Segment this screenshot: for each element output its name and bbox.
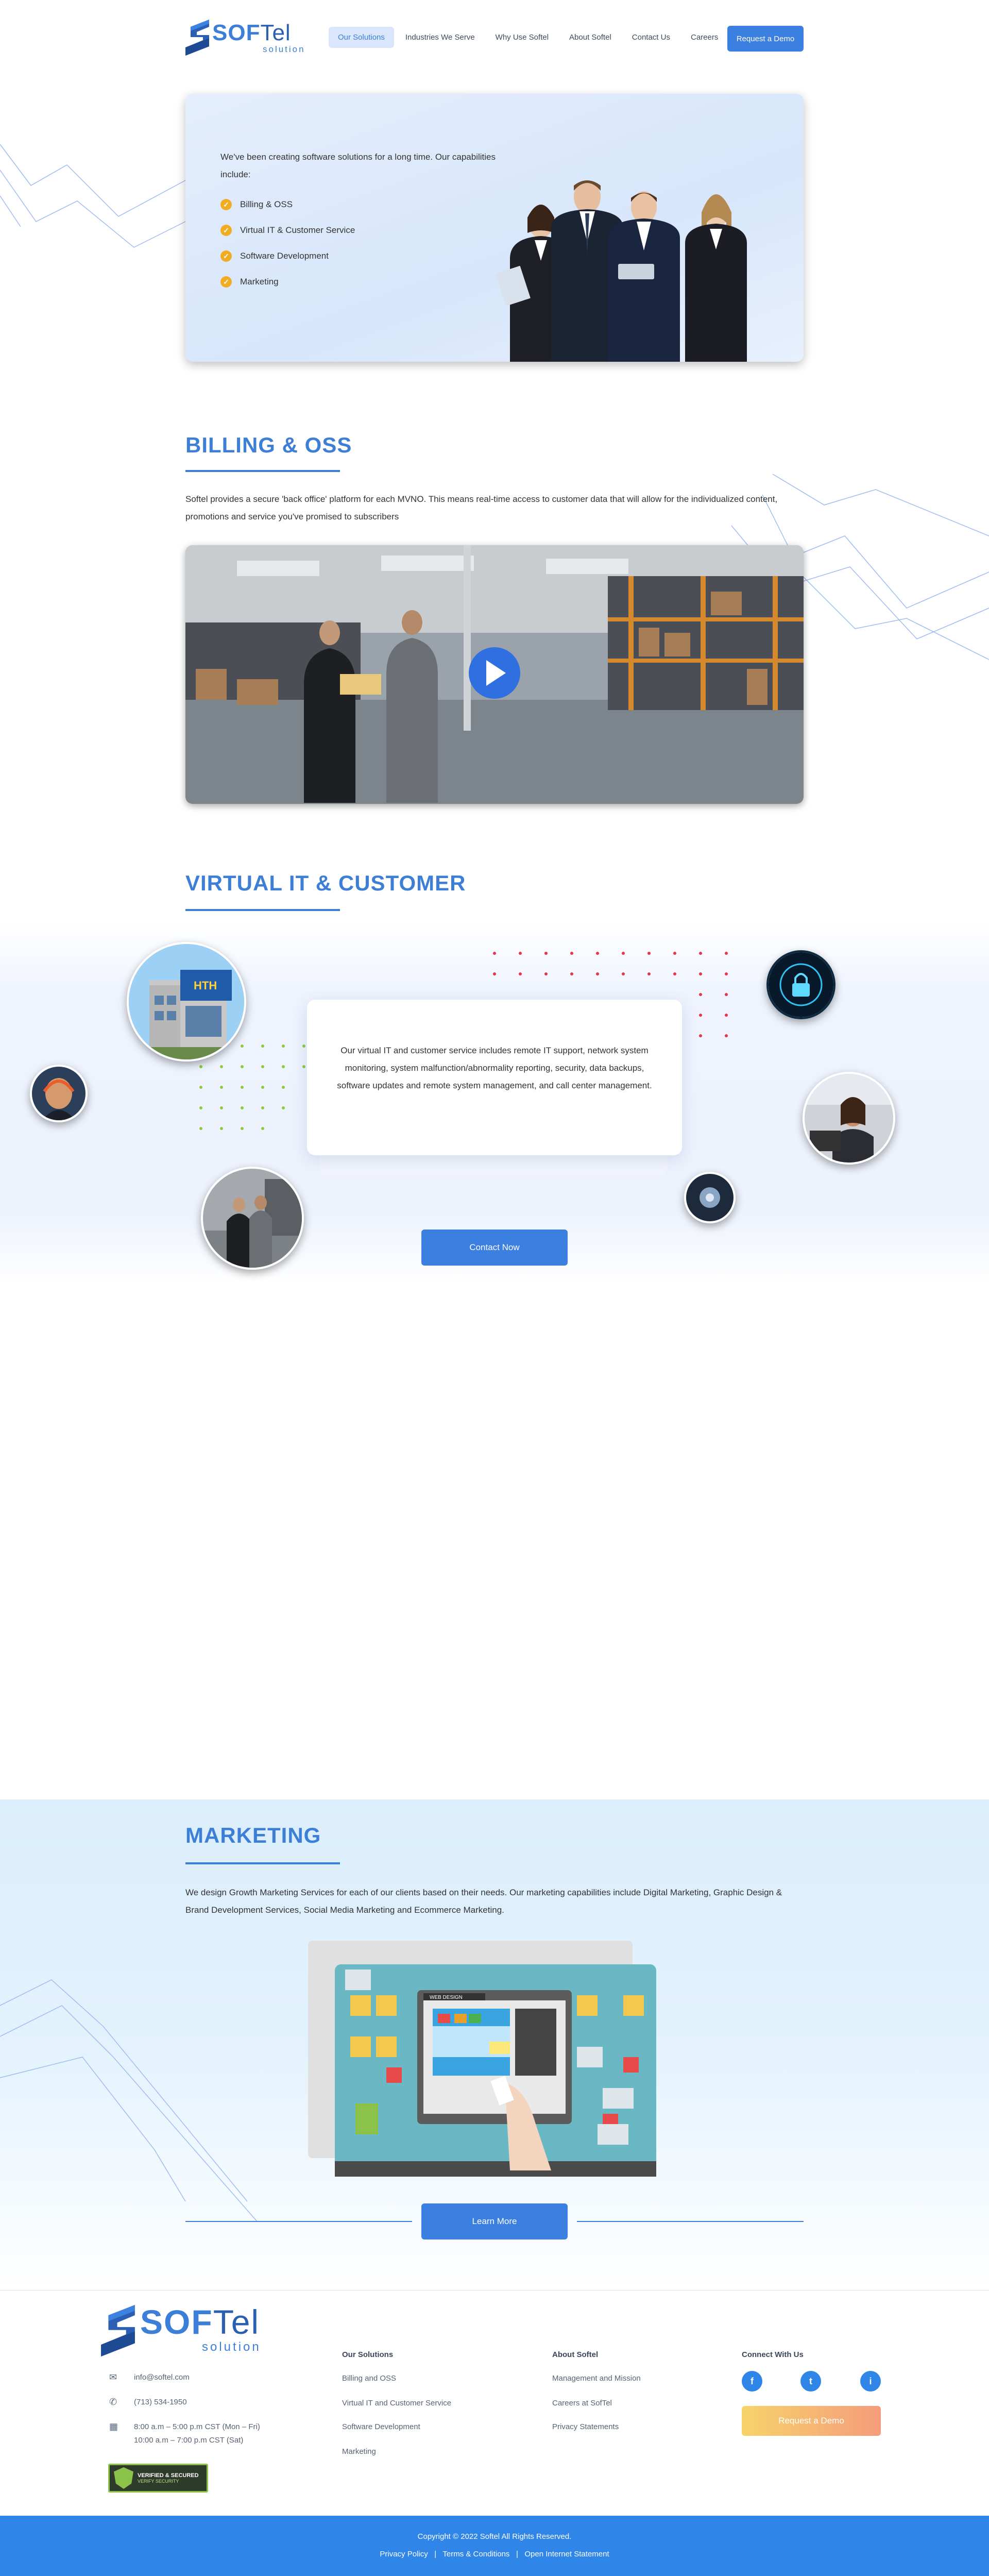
virtual-title: VIRTUAL IT & CUSTOMER [185,871,466,895]
hours-weekday: 8:00 a.m – 5:00 p.m CST (Mon – Fri) [134,2422,260,2431]
nav-why-softel[interactable]: Why Use Softel [486,27,558,48]
legal-links: Privacy Policy | Terms & Conditions | Op… [0,2550,989,2558]
terms-link[interactable]: Terms & Conditions [442,2550,509,2558]
nav-careers[interactable]: Careers [681,27,727,48]
twitter-icon[interactable]: t [800,2371,821,2392]
contact-phone[interactable]: (713) 534-1950 [134,2398,187,2406]
shield-icon [114,2467,133,2489]
screen-label: WEB DESIGN [430,1995,463,2000]
privacy-policy-link[interactable]: Privacy Policy [380,2550,428,2558]
security-badge[interactable]: VERIFIED & SECURED VERIFY SECURITY [108,2464,208,2493]
badge-line1: VERIFIED & SECURED [138,2472,199,2479]
separator: | [430,2550,441,2558]
billing-video[interactable] [185,545,804,804]
play-icon [486,660,506,686]
footer-link-marketing[interactable]: Marketing [342,2447,376,2456]
check-icon: ✓ [220,225,232,236]
footer-link-management[interactable]: Management and Mission [552,2374,641,2383]
learn-more-button[interactable]: Learn More [421,2203,568,2240]
copyright-text: Copyright © 2022 Softel All Rights Reser… [417,2532,572,2541]
logo-mark-icon [101,2305,135,2356]
capability-item: ✓ Software Development [220,243,355,269]
footer-about-title: About Softel [552,2350,599,2359]
support-woman-photo [803,1072,895,1165]
logo-tagline: solution [263,44,305,54]
footer-request-demo-button[interactable]: Request a Demo [742,2406,881,2436]
nav-about[interactable]: About Softel [560,27,621,48]
logo-text-tail: Tel [260,20,291,45]
footer-link-virtual-it[interactable]: Virtual IT and Customer Service [342,2399,451,2407]
hours-saturday: 10:00 a.m – 7:00 p.m CST (Sat) [134,2436,244,2445]
marketing-text: We design Growth Marketing Services for … [185,1888,782,1915]
email-icon: ✉ [109,2372,117,2382]
contact-now-button[interactable]: Contact Now [421,1230,568,1266]
capability-list: ✓ Billing & OSS ✓ Virtual IT & Customer Se… [220,192,355,295]
divider-right [577,2221,804,2222]
separator: | [511,2550,523,2558]
marketing-underline [185,1862,340,1864]
virtual-card: Our virtual IT and customer service incl… [307,1000,682,1155]
logo-text-tail: Tel [213,2303,260,2341]
check-icon: ✓ [220,250,232,262]
footer-link-software[interactable]: Software Development [342,2422,420,2431]
request-demo-button[interactable]: Request a Demo [727,26,804,52]
call-agent-photo [30,1065,88,1122]
billing-underline [185,470,340,472]
badge-line2: VERIFY SECURITY [138,2479,179,2484]
open-internet-link[interactable]: Open Internet Statement [524,2550,609,2558]
security-lock-photo [766,950,835,1019]
check-icon: ✓ [220,276,232,288]
capability-item: ✓ Virtual IT & Customer Service [220,217,355,243]
footer-link-privacy-statements[interactable]: Privacy Statements [552,2422,619,2431]
contact-email[interactable]: info@softel.com [134,2373,190,2382]
server-tech-photo [684,1172,736,1223]
hero-intro: We've been creating software solutions f… [220,152,496,179]
logo-mark-icon [185,20,209,56]
main-nav: Our Solutions Industries We Serve Why Us… [329,27,729,48]
billing-title: BILLING & OSS [185,433,352,457]
marketing-background-lines [0,1979,258,2222]
hero-card: We've been creating software solutions f… [185,94,804,362]
nav-industries[interactable]: Industries We Serve [396,27,484,48]
marketing-title: MARKETING [185,1823,321,1847]
copyright-bar: Copyright © 2022 Softel All Rights Reser… [0,2516,989,2576]
office-building-photo: HTH [127,942,246,1062]
business-team-image [495,180,747,362]
footer-solutions-title: Our Solutions [342,2350,394,2359]
check-icon: ✓ [220,199,232,210]
footer-logo[interactable]: SOFTel solution [101,2301,286,2358]
facebook-icon[interactable]: f [742,2371,762,2392]
footer: SOFTel solution ✉ info@softel.com ✆ (713… [0,2290,989,2516]
calendar-icon: ▦ [109,2421,118,2432]
info-icon[interactable]: i [860,2371,881,2392]
nav-our-solutions[interactable]: Our Solutions [329,27,394,48]
logo-tagline: solution [202,2340,261,2354]
footer-link-careers[interactable]: Careers at SofTel [552,2399,612,2407]
logo[interactable]: SOFTel solution [185,19,314,58]
divider-left [185,2221,412,2222]
footer-link-billing[interactable]: Billing and OSS [342,2374,396,2383]
warehouse-staff-photo [201,1167,304,1270]
logo-text-main: SOF [212,20,261,45]
nav-contact[interactable]: Contact Us [623,27,679,48]
footer-connect-title: Connect With Us [742,2350,804,2359]
web-design-illustration: WEB DESIGN [335,1964,656,2177]
billing-text: Softel provides a secure 'back office' p… [185,494,778,521]
play-button[interactable] [469,647,520,699]
virtual-text: Our virtual IT and customer service incl… [337,1046,652,1090]
capability-item: ✓ Marketing [220,269,355,295]
building-sign: HTH [194,979,217,992]
logo-text-main: SOF [140,2303,213,2341]
capability-item: ✓ Billing & OSS [220,192,355,217]
virtual-underline [185,909,340,911]
phone-icon: ✆ [109,2397,117,2407]
